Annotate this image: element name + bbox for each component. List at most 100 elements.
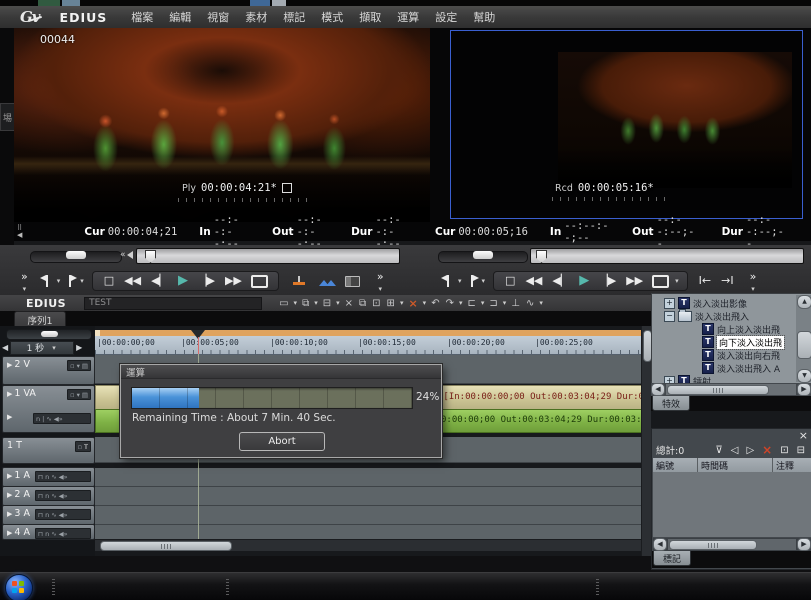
effects-horizontal-scrollbar[interactable]: ◀ ▶ <box>651 383 811 396</box>
recorder-extra-buttons[interactable]: » ▾ <box>745 269 762 293</box>
play-button[interactable]: ▶ <box>574 273 594 289</box>
dropdown-icon[interactable]: ▾ <box>501 299 509 307</box>
player-extra-buttons[interactable]: » ▾ <box>372 269 389 293</box>
track-expand-arrow[interactable]: ▶ <box>7 491 12 499</box>
quicklaunch-grip[interactable] <box>52 579 55 595</box>
dropdown-icon[interactable]: ▾ <box>292 299 300 307</box>
open-project-icon[interactable]: ⧉ <box>299 298 312 309</box>
add-marker-icon[interactable]: ⊽ <box>711 445 726 456</box>
track-header-2v[interactable]: ▶ 2 V ▫▾▤ <box>2 356 95 385</box>
track-row-2a[interactable] <box>95 487 641 506</box>
track-header-1a[interactable]: ▶ 1 A ⊓n∿◀» <box>2 467 95 487</box>
menu-clip[interactable]: 素材 <box>237 6 275 28</box>
scrollbar-thumb[interactable] <box>667 385 769 395</box>
menu-marker[interactable]: 標記 <box>275 6 313 28</box>
sequence-tab[interactable]: 序列1 <box>14 311 66 327</box>
dropdown-icon[interactable]: ▾ <box>479 299 487 307</box>
scrollbar-thumb[interactable] <box>797 331 811 359</box>
marker-table-body[interactable] <box>653 472 811 537</box>
loop-playback-button[interactable] <box>251 275 268 288</box>
scrollbar-thumb[interactable] <box>669 540 757 550</box>
set-out-point-button[interactable] <box>471 275 473 287</box>
player-more-buttons[interactable]: » ▾ <box>16 269 33 293</box>
effect-folder[interactable]: − 淡入淡出飛入 <box>664 310 749 322</box>
new-sequence-icon[interactable]: ▭ <box>276 298 291 309</box>
menu-help[interactable]: 幫助 <box>465 6 503 28</box>
zoom-left-arrow[interactable]: ◀ <box>2 343 8 352</box>
mode-toggle-button[interactable] <box>345 276 360 287</box>
in-point-dropdown[interactable]: ▾ <box>456 277 464 285</box>
undo-icon[interactable]: ↶ <box>428 298 442 309</box>
dropdown-icon[interactable]: ▾ <box>421 299 429 307</box>
expand-plus-icon[interactable]: + <box>664 298 675 309</box>
menu-mode[interactable]: 模式 <box>313 6 351 28</box>
stop-button[interactable]: □ <box>500 273 520 289</box>
dropdown-icon[interactable]: ▾ <box>334 299 342 307</box>
previous-frame-button[interactable]: ◀▏ <box>146 273 173 289</box>
recorder-video[interactable] <box>558 52 792 188</box>
scrollbar-thumb[interactable] <box>100 541 232 551</box>
redo-icon[interactable]: ↷ <box>443 298 457 309</box>
track-2v-icons[interactable]: ▫▾▤ <box>67 360 91 371</box>
track-audio-icons[interactable]: ⊓n∿◀» <box>35 509 91 520</box>
menu-edit[interactable]: 編輯 <box>161 6 199 28</box>
menu-settings[interactable]: 設定 <box>427 6 465 28</box>
track-expand-arrow[interactable]: ▶ <box>7 472 12 480</box>
column-number[interactable]: 編號 <box>653 458 698 472</box>
rewind-button[interactable]: ◀◀ <box>520 273 547 289</box>
cut-icon[interactable]: × <box>342 298 356 309</box>
dropdown-icon[interactable]: ▾ <box>457 299 465 307</box>
scroll-up-button[interactable]: ▲ <box>797 295 811 309</box>
effect-item[interactable]: + T 淡入淡出影像 <box>664 297 747 309</box>
menu-file[interactable]: 檔案 <box>123 6 161 28</box>
out-point-dropdown[interactable]: ▾ <box>480 277 488 285</box>
add-marker-button[interactable] <box>293 276 305 286</box>
track-row-4a[interactable] <box>95 525 641 540</box>
scroll-left-button[interactable]: ◀ <box>653 538 667 551</box>
track-audio-icons[interactable]: ⊓n∿◀» <box>35 528 91 539</box>
collapse-minus-icon[interactable]: − <box>664 311 675 322</box>
abort-button[interactable]: Abort <box>239 432 325 451</box>
next-frame-button[interactable]: ▕▶ <box>193 273 220 289</box>
effect-item-selected[interactable]: T 向下淡入淡出飛 <box>702 336 784 348</box>
add-transition-icon[interactable]: ∿ <box>523 298 537 309</box>
project-name-field[interactable]: TEST <box>84 297 262 310</box>
menu-capture[interactable]: 擷取 <box>351 6 389 28</box>
play-button[interactable]: ▶ <box>173 273 193 289</box>
track-header-1va[interactable]: ▶ 1 VA ▫▾▤ n|∿◀» ▶ <box>2 385 95 433</box>
in-point-dropdown[interactable]: ▾ <box>55 277 63 285</box>
track-expand-arrow[interactable]: ▶ <box>7 390 12 398</box>
track-header-3a[interactable]: ▶ 3 A ⊓n∿◀» <box>2 505 95 525</box>
track-row-3a[interactable] <box>95 506 641 525</box>
player-frame-step-icon[interactable]: « <box>120 250 133 260</box>
dropdown-icon[interactable]: ▾ <box>398 299 406 307</box>
track-header-4a[interactable]: ▶ 4 A ⊓n∿◀» <box>2 524 95 540</box>
ripple-mode-icon[interactable]: ⊏ <box>464 298 478 309</box>
side-panel-tab[interactable]: 埸 <box>0 103 15 131</box>
effect-item[interactable]: T 淡入淡出飛入 A <box>702 362 780 374</box>
timeline-ruler[interactable]: |00:00:00;00 |00:00:05;00 |00:00:10;00 |… <box>95 336 641 355</box>
menu-render[interactable]: 運算 <box>389 6 427 28</box>
close-icon[interactable]: × <box>799 431 808 441</box>
effect-item[interactable]: T 向上淡入淡出飛 <box>702 323 780 335</box>
duplicate-icon[interactable]: ⊡ <box>369 298 383 309</box>
zoom-right-arrow[interactable]: ▶ <box>76 343 82 352</box>
column-comment[interactable]: 注釋 <box>773 458 811 472</box>
set-in-point-button[interactable] <box>447 275 449 287</box>
scroll-down-button[interactable]: ▼ <box>797 369 811 383</box>
save-marker-icon[interactable]: ⊟ <box>793 445 809 456</box>
track-1va-audio-icons[interactable]: n|∿◀» <box>33 413 91 424</box>
menu-view[interactable]: 視窗 <box>199 6 237 28</box>
track-audio-icons[interactable]: ⊓n∿◀» <box>35 471 91 482</box>
tab-effects[interactable]: 特效 <box>652 396 690 411</box>
copy-icon[interactable]: ⧉ <box>356 298 369 309</box>
rewind-button[interactable]: ◀◀ <box>119 273 146 289</box>
track-header-2a[interactable]: ▶ 2 A ⊓n∿◀» <box>2 486 95 506</box>
stop-button[interactable]: □ <box>99 273 119 289</box>
paste-icon[interactable]: ⊞ <box>384 298 398 309</box>
timeline-zoom-slider[interactable] <box>6 329 92 340</box>
trim-in-icon[interactable]: ⊥ <box>508 298 523 309</box>
recorder-shuttle-slider[interactable] <box>438 251 528 263</box>
previous-marker-icon[interactable]: ◁ <box>727 445 743 456</box>
recorder-shuttle-handle[interactable] <box>473 251 493 259</box>
